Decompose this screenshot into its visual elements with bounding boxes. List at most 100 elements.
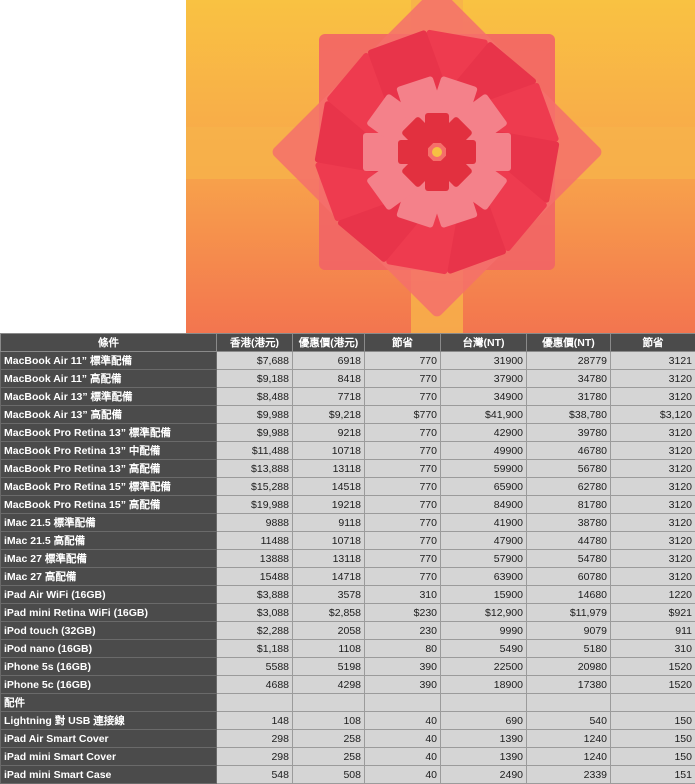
- tw-offer-cell: 5180: [527, 640, 611, 658]
- hk-offer-cell: 19218: [293, 496, 365, 514]
- hk-saving-cell: 770: [365, 550, 441, 568]
- tw-price-cell: [441, 694, 527, 712]
- header-hk-price: 香港(港元): [217, 334, 293, 352]
- row-name-cell: Lightning 對 USB 連接線: [1, 712, 217, 730]
- table-row: MacBook Pro Retina 15” 標準配備$15,288145187…: [1, 478, 695, 496]
- tw-price-cell: 41900: [441, 514, 527, 532]
- tw-offer-cell: 60780: [527, 568, 611, 586]
- table-row: iMac 27 標準配備138881311877057900547803120: [1, 550, 695, 568]
- hk-saving-cell: 770: [365, 478, 441, 496]
- tw-price-cell: 47900: [441, 532, 527, 550]
- tw-offer-cell: $11,979: [527, 604, 611, 622]
- row-name-cell: iMac 27 高配備: [1, 568, 217, 586]
- tw-offer-cell: $38,780: [527, 406, 611, 424]
- hk-saving-cell: 770: [365, 352, 441, 370]
- hk-saving-cell: $230: [365, 604, 441, 622]
- hk-price-cell: $2,288: [217, 622, 293, 640]
- hk-price-cell: 9888: [217, 514, 293, 532]
- tw-offer-cell: 1240: [527, 730, 611, 748]
- tw-price-cell: 1390: [441, 748, 527, 766]
- hk-offer-cell: 13118: [293, 460, 365, 478]
- tw-price-cell: 15900: [441, 586, 527, 604]
- hk-offer-cell: 10718: [293, 532, 365, 550]
- table-row: iPad Air WiFi (16GB)$3,88835783101590014…: [1, 586, 695, 604]
- tw-offer-cell: 56780: [527, 460, 611, 478]
- tw-offer-cell: 28779: [527, 352, 611, 370]
- row-name-cell: MacBook Pro Retina 13” 中配備: [1, 442, 217, 460]
- hk-offer-cell: 1108: [293, 640, 365, 658]
- tw-offer-cell: 62780: [527, 478, 611, 496]
- table-row: iMac 27 高配備154881471877063900607803120: [1, 568, 695, 586]
- tw-price-cell: 84900: [441, 496, 527, 514]
- gift-bow-icon: [186, 0, 695, 333]
- hk-saving-cell: 770: [365, 532, 441, 550]
- hk-saving-cell: 770: [365, 370, 441, 388]
- hk-offer-cell: 14718: [293, 568, 365, 586]
- hk-price-cell: 298: [217, 748, 293, 766]
- tw-offer-cell: 9079: [527, 622, 611, 640]
- tw-saving-cell: 3120: [611, 442, 695, 460]
- tw-price-cell: 37900: [441, 370, 527, 388]
- hk-price-cell: $13,888: [217, 460, 293, 478]
- table-row: MacBook Pro Retina 13” 高配備$13,8881311877…: [1, 460, 695, 478]
- hk-price-cell: $1,188: [217, 640, 293, 658]
- row-name-cell: iMac 27 標準配備: [1, 550, 217, 568]
- hk-saving-cell: 310: [365, 586, 441, 604]
- table-header-row: 條件 香港(港元) 優惠價(港元) 節省 台灣(NT) 優惠價(NT) 節省: [1, 334, 695, 352]
- hk-offer-cell: 508: [293, 766, 365, 784]
- hk-price-cell: 548: [217, 766, 293, 784]
- row-name-cell: MacBook Air 11” 高配備: [1, 370, 217, 388]
- tw-offer-cell: [527, 694, 611, 712]
- hk-price-cell: 148: [217, 712, 293, 730]
- hk-price-cell: [217, 694, 293, 712]
- hk-price-cell: $8,488: [217, 388, 293, 406]
- tw-offer-cell: 2339: [527, 766, 611, 784]
- table-row: iPhone 5s (16GB)558851983902250020980152…: [1, 658, 695, 676]
- hk-price-cell: 298: [217, 730, 293, 748]
- tw-price-cell: 57900: [441, 550, 527, 568]
- hk-offer-cell: 5198: [293, 658, 365, 676]
- gift-bow-banner: [186, 0, 695, 333]
- row-name-cell: MacBook Pro Retina 13” 標準配備: [1, 424, 217, 442]
- tw-price-cell: $41,900: [441, 406, 527, 424]
- tw-offer-cell: 34780: [527, 370, 611, 388]
- tw-saving-cell: $921: [611, 604, 695, 622]
- hk-offer-cell: 14518: [293, 478, 365, 496]
- row-name-cell: 配件: [1, 694, 217, 712]
- tw-saving-cell: 3120: [611, 550, 695, 568]
- hk-saving-cell: 770: [365, 442, 441, 460]
- tw-price-cell: 2490: [441, 766, 527, 784]
- header-hk-offer: 優惠價(港元): [293, 334, 365, 352]
- header-condition: 條件: [1, 334, 217, 352]
- price-comparison-table: 條件 香港(港元) 優惠價(港元) 節省 台灣(NT) 優惠價(NT) 節省 M…: [0, 333, 695, 784]
- tw-saving-cell: 3120: [611, 514, 695, 532]
- tw-offer-cell: 17380: [527, 676, 611, 694]
- tw-saving-cell: 1220: [611, 586, 695, 604]
- tw-saving-cell: 310: [611, 640, 695, 658]
- tw-price-cell: 49900: [441, 442, 527, 460]
- hk-offer-cell: 9218: [293, 424, 365, 442]
- header-tw-offer: 優惠價(NT): [527, 334, 611, 352]
- table-row: MacBook Pro Retina 13” 中配備$11,4881071877…: [1, 442, 695, 460]
- table-row: MacBook Pro Retina 13” 標準配備$9,9889218770…: [1, 424, 695, 442]
- tw-saving-cell: 3121: [611, 352, 695, 370]
- row-name-cell: MacBook Air 13” 標準配備: [1, 388, 217, 406]
- tw-price-cell: 690: [441, 712, 527, 730]
- hk-offer-cell: $9,218: [293, 406, 365, 424]
- tw-saving-cell: 3120: [611, 388, 695, 406]
- tw-saving-cell: 1520: [611, 676, 695, 694]
- hk-price-cell: $9,188: [217, 370, 293, 388]
- tw-offer-cell: 46780: [527, 442, 611, 460]
- hk-offer-cell: 2058: [293, 622, 365, 640]
- tw-price-cell: 65900: [441, 478, 527, 496]
- hk-offer-cell: 10718: [293, 442, 365, 460]
- hk-price-cell: $19,988: [217, 496, 293, 514]
- hk-saving-cell: 770: [365, 568, 441, 586]
- table-row: iMac 21.5 高配備114881071877047900447803120: [1, 532, 695, 550]
- table-row: 配件: [1, 694, 695, 712]
- row-name-cell: iPad mini Retina WiFi (16GB): [1, 604, 217, 622]
- table-row: iPad mini Smart Case5485084024902339151: [1, 766, 695, 784]
- tw-offer-cell: 540: [527, 712, 611, 730]
- table-row: iMac 21.5 標準配備9888911877041900387803120: [1, 514, 695, 532]
- table-row: MacBook Air 13” 高配備$9,988$9,218$770$41,9…: [1, 406, 695, 424]
